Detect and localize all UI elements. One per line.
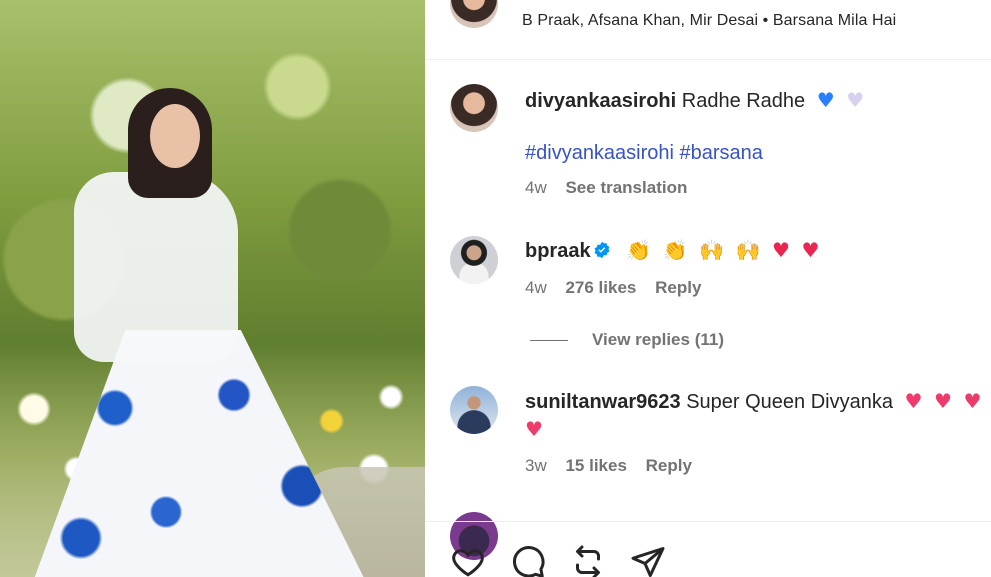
send-icon: [631, 547, 665, 577]
see-translation-button[interactable]: See translation: [565, 178, 687, 197]
comment-text-wrap: ♥: [525, 415, 543, 444]
action-bar: [425, 521, 991, 577]
avatar[interactable]: [450, 84, 498, 132]
send-button[interactable]: [630, 544, 666, 577]
comment-username[interactable]: divyankaasirohi: [525, 90, 676, 112]
view-replies-label[interactable]: View replies (11): [592, 330, 724, 350]
comment-time[interactable]: 4w: [525, 178, 547, 197]
blue-heart-icon: ♥: [816, 88, 835, 112]
pink-heart-icon: ♥: [904, 389, 923, 413]
replies-divider: [530, 339, 568, 341]
comment-meta: 3w 15 likes Reply: [525, 456, 706, 476]
comments-panel: B Praak, Afsana Khan, Mir Desai • Barsan…: [425, 0, 991, 577]
comment-icon: [513, 546, 545, 577]
red-heart-icon: ♥: [801, 238, 820, 262]
avatar[interactable]: [450, 386, 498, 434]
comment-body: Super Queen Divyanka: [686, 391, 893, 413]
pink-heart-icon: ♥: [963, 389, 982, 413]
white-heart-icon: ♥: [846, 88, 865, 112]
likes-count[interactable]: 276 likes: [565, 278, 636, 297]
clap-icon: 👏: [626, 238, 652, 262]
post-media[interactable]: [0, 0, 425, 577]
comment-username[interactable]: bpraak: [525, 240, 591, 262]
media-dupatta: [74, 172, 238, 362]
comment-username[interactable]: suniltanwar9623: [525, 391, 681, 413]
comment-meta: 4w 276 likes Reply: [525, 278, 715, 298]
media-face: [150, 104, 200, 168]
audio-subtitle[interactable]: B Praak, Afsana Khan, Mir Desai • Barsan…: [522, 12, 896, 30]
clap-icon: 👏: [662, 238, 688, 262]
like-button[interactable]: [450, 544, 486, 577]
reply-button[interactable]: Reply: [646, 456, 692, 475]
post-header: B Praak, Afsana Khan, Mir Desai • Barsan…: [425, 0, 991, 60]
red-heart-icon: ♥: [772, 238, 790, 262]
comment-text: divyankaasirohi Radhe Radhe ♥ ♥: [525, 86, 864, 115]
author-avatar[interactable]: [450, 0, 498, 28]
comment-meta: 4w See translation: [525, 178, 701, 198]
verified-badge-icon: [594, 241, 610, 259]
view-replies-button[interactable]: View replies (11): [530, 330, 724, 350]
comment-hashtags[interactable]: #divyankaasirohi #barsana: [525, 142, 763, 165]
avatar[interactable]: [450, 236, 498, 284]
comment-time[interactable]: 3w: [525, 456, 547, 475]
repost-button[interactable]: [570, 544, 606, 577]
pink-heart-icon: ♥: [525, 417, 543, 441]
comment-time[interactable]: 4w: [525, 278, 547, 297]
comment-button[interactable]: [510, 544, 546, 577]
comment-text: bpraak 👏 👏 🙌 🙌 ♥ ♥: [525, 236, 819, 265]
reply-button[interactable]: Reply: [655, 278, 701, 297]
heart-icon: [452, 549, 484, 577]
likes-count[interactable]: 15 likes: [565, 456, 626, 475]
comment-body: Radhe Radhe: [681, 90, 806, 112]
raised-hands-icon: 🙌: [735, 238, 761, 262]
raised-hands-icon: 🙌: [699, 238, 724, 262]
repost-icon: [576, 545, 600, 577]
comment-text: suniltanwar9623 Super Queen Divyanka ♥ ♥…: [525, 387, 981, 416]
pink-heart-icon: ♥: [934, 389, 952, 413]
